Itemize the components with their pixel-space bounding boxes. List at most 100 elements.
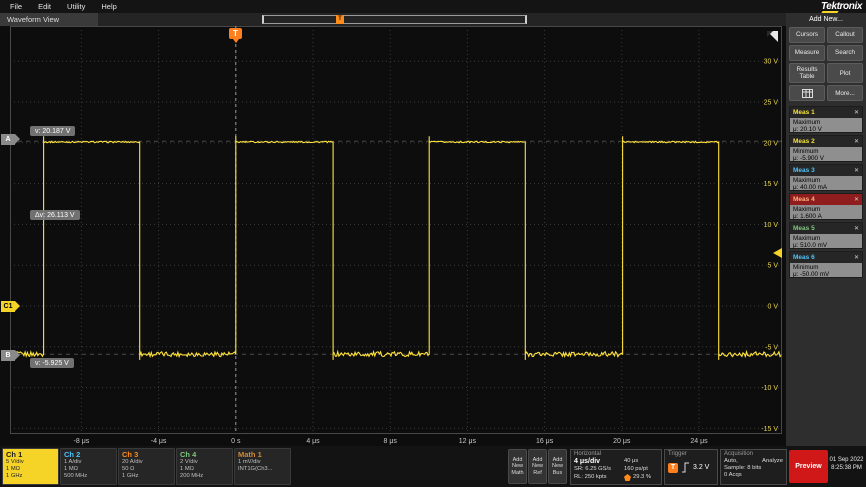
channel-1-bandwidth: 1 GHz: [6, 473, 55, 480]
horizontal-settings-panel[interactable]: Horizontal 4 μs/div 40 μs SR: 6.25 GS/s …: [570, 449, 662, 485]
meas-3-body: Maximum μ: 40.00 mA: [790, 176, 862, 190]
math-1-scale: 1 mV/div: [238, 459, 287, 466]
tab-waveform-view[interactable]: Waveform View: [0, 13, 98, 26]
channel-3-badge[interactable]: Ch 3 20 A/div 50 Ω 1 GHz: [118, 448, 175, 485]
sample-rate: SR: 6.25 GS/s: [574, 466, 624, 474]
trigger-values: T 3.2 V: [668, 462, 714, 473]
overview-trigger-marker[interactable]: T: [336, 15, 344, 24]
trigger-title: Trigger: [668, 451, 714, 458]
cursors-button[interactable]: Cursors: [789, 27, 825, 43]
add-new-bus-button[interactable]: Add New Bus: [548, 449, 567, 484]
svg-text:0 s: 0 s: [231, 438, 241, 445]
math-1-badge[interactable]: Math 1 1 mV/div INT1G(Ch3...: [234, 448, 291, 485]
horizontal-scale: 4 μs/div: [574, 458, 624, 466]
close-icon[interactable]: ✕: [854, 109, 859, 116]
meas-2-value: μ: -5.900 V: [793, 155, 859, 162]
meas-3-badge[interactable]: Meas 3 ✕ Maximum μ: 40.00 mA: [789, 164, 863, 191]
plot-button[interactable]: Plot: [827, 63, 863, 83]
channel-3-impedance: 50 Ω: [122, 466, 171, 473]
draw-zoom-box-icon[interactable]: [765, 29, 779, 48]
acquisition-mode: Auto,: [724, 458, 738, 465]
cursor-b-readout: v: -5.925 V: [30, 358, 74, 368]
channel-4-scale: 2 V/div: [180, 459, 229, 466]
trigger-level-arrow[interactable]: [773, 248, 782, 258]
meas-6-body: Minimum μ: -50.00 mV: [790, 263, 862, 277]
menu-edit[interactable]: Edit: [38, 2, 51, 11]
meas-5-header: Meas 5 ✕: [790, 223, 862, 234]
channel-2-bandwidth: 500 MHz: [64, 473, 113, 480]
acquisition-count: 0 Acqs: [724, 472, 742, 479]
ref-label: Ref: [529, 470, 546, 476]
close-icon[interactable]: ✕: [854, 138, 859, 145]
more-button[interactable]: More...: [827, 85, 863, 101]
meas-4-value: μ: 1.600 A: [793, 213, 859, 220]
svg-text:16 μs: 16 μs: [536, 438, 554, 445]
close-icon[interactable]: ✕: [854, 196, 859, 203]
cursor-a-handle[interactable]: A: [1, 134, 15, 145]
math-label: Math: [509, 470, 526, 476]
channel-2-badge[interactable]: Ch 2 1 A/div 1 MΩ 500 MHz: [60, 448, 117, 485]
close-icon[interactable]: ✕: [854, 254, 859, 261]
meas-5-badge[interactable]: Meas 5 ✕ Maximum μ: 510.0 mV: [789, 222, 863, 249]
acquisition-settings-panel[interactable]: Acquisition Auto, Analyze Sample: 8 bits…: [720, 449, 787, 485]
measure-button[interactable]: Measure: [789, 45, 825, 61]
trigger-position-percent: 29.3 %: [633, 474, 651, 482]
meas-2-header: Meas 2 ✕: [790, 136, 862, 147]
pentagon-icon: [624, 474, 631, 481]
oscilloscope-app: File Edit Utility Help Tektronix Wavefor…: [0, 0, 866, 487]
add-new-menu[interactable]: Add New...: [789, 16, 863, 23]
channel-3-name: Ch 3: [122, 450, 171, 459]
close-icon[interactable]: ✕: [854, 225, 859, 232]
add-new-math-button[interactable]: Add New Math: [508, 449, 527, 484]
svg-text:12 μs: 12 μs: [459, 438, 477, 445]
rising-edge-icon: [681, 462, 690, 473]
close-icon[interactable]: ✕: [854, 167, 859, 174]
graticule-and-trace[interactable]: -8 μs-4 μs0 s4 μs8 μs12 μs16 μs20 μs24 μ…: [10, 26, 782, 446]
channel-1-badge[interactable]: Ch 1 5 V/div 1 MΩ 1 GHz: [2, 448, 59, 485]
meas-3-stat: Maximum: [793, 177, 859, 184]
horizontal-title: Horizontal: [574, 451, 658, 458]
clock-date: 01 Sep 2022: [828, 456, 865, 464]
channel-1-reference-marker[interactable]: C1: [1, 301, 15, 312]
meas-6-value: μ: -50.00 mV: [793, 271, 859, 278]
channel-badges: Ch 1 5 V/div 1 MΩ 1 GHz Ch 2 1 A/div 1 M…: [2, 448, 291, 485]
meas-6-badge[interactable]: Meas 6 ✕ Minimum μ: -50.00 mV: [789, 251, 863, 278]
channel-4-badge[interactable]: Ch 4 2 V/div 1 MΩ 200 MHz: [176, 448, 233, 485]
meas-3-value: μ: 40.00 mA: [793, 184, 859, 191]
meas-2-badge[interactable]: Meas 2 ✕ Minimum μ: -5.900 V: [789, 135, 863, 162]
add-new-group: Add New Math Add New Ref Add New Bus: [508, 449, 567, 484]
svg-text:25 V: 25 V: [764, 100, 779, 107]
trigger-position-marker[interactable]: T: [229, 28, 242, 39]
right-sidebar: Add New... Cursors Callout Measure Searc…: [786, 13, 866, 446]
menu-help[interactable]: Help: [101, 2, 116, 11]
menu-file[interactable]: File: [10, 2, 22, 11]
meas-1-label: Meas 1: [793, 109, 815, 116]
horizontal-overview-bar[interactable]: T: [262, 15, 527, 24]
meas-4-badge[interactable]: Meas 4 ✕ Maximum μ: 1.600 A: [789, 193, 863, 220]
waveform-display[interactable]: -8 μs-4 μs0 s4 μs8 μs12 μs16 μs20 μs24 μ…: [0, 26, 786, 446]
meas-1-stat: Maximum: [793, 119, 859, 126]
preview-button[interactable]: Preview: [789, 450, 828, 483]
horizontal-window: 40 μs: [624, 458, 658, 466]
meas-1-badge[interactable]: Meas 1 ✕ Maximum μ: 20.10 V: [789, 106, 863, 133]
results-table-button[interactable]: Results Table: [789, 63, 825, 83]
meas-6-stat: Minimum: [793, 264, 859, 271]
channel-4-name: Ch 4: [180, 450, 229, 459]
table-icon-button[interactable]: [789, 85, 825, 101]
svg-text:30 V: 30 V: [764, 59, 779, 66]
trigger-settings-panel[interactable]: Trigger T 3.2 V: [664, 449, 718, 485]
meas-4-body: Maximum μ: 1.600 A: [790, 205, 862, 219]
callout-button[interactable]: Callout: [827, 27, 863, 43]
record-length: RL: 250 kpts: [574, 474, 624, 482]
svg-text:-5 V: -5 V: [765, 344, 778, 351]
sidebar-button-grid: Cursors Callout Measure Search Results T…: [789, 27, 863, 101]
cursor-b-handle[interactable]: B: [1, 350, 15, 361]
trigger-position-value: 29.3 %: [624, 474, 658, 482]
menu-utility[interactable]: Utility: [67, 2, 85, 11]
meas-4-label: Meas 4: [793, 196, 815, 203]
add-new-ref-button[interactable]: Add New Ref: [528, 449, 547, 484]
clock[interactable]: 01 Sep 2022 8:25:38 PM: [828, 456, 865, 472]
meas-5-label: Meas 5: [793, 225, 815, 232]
meas-1-header: Meas 1 ✕: [790, 107, 862, 118]
search-button[interactable]: Search: [827, 45, 863, 61]
